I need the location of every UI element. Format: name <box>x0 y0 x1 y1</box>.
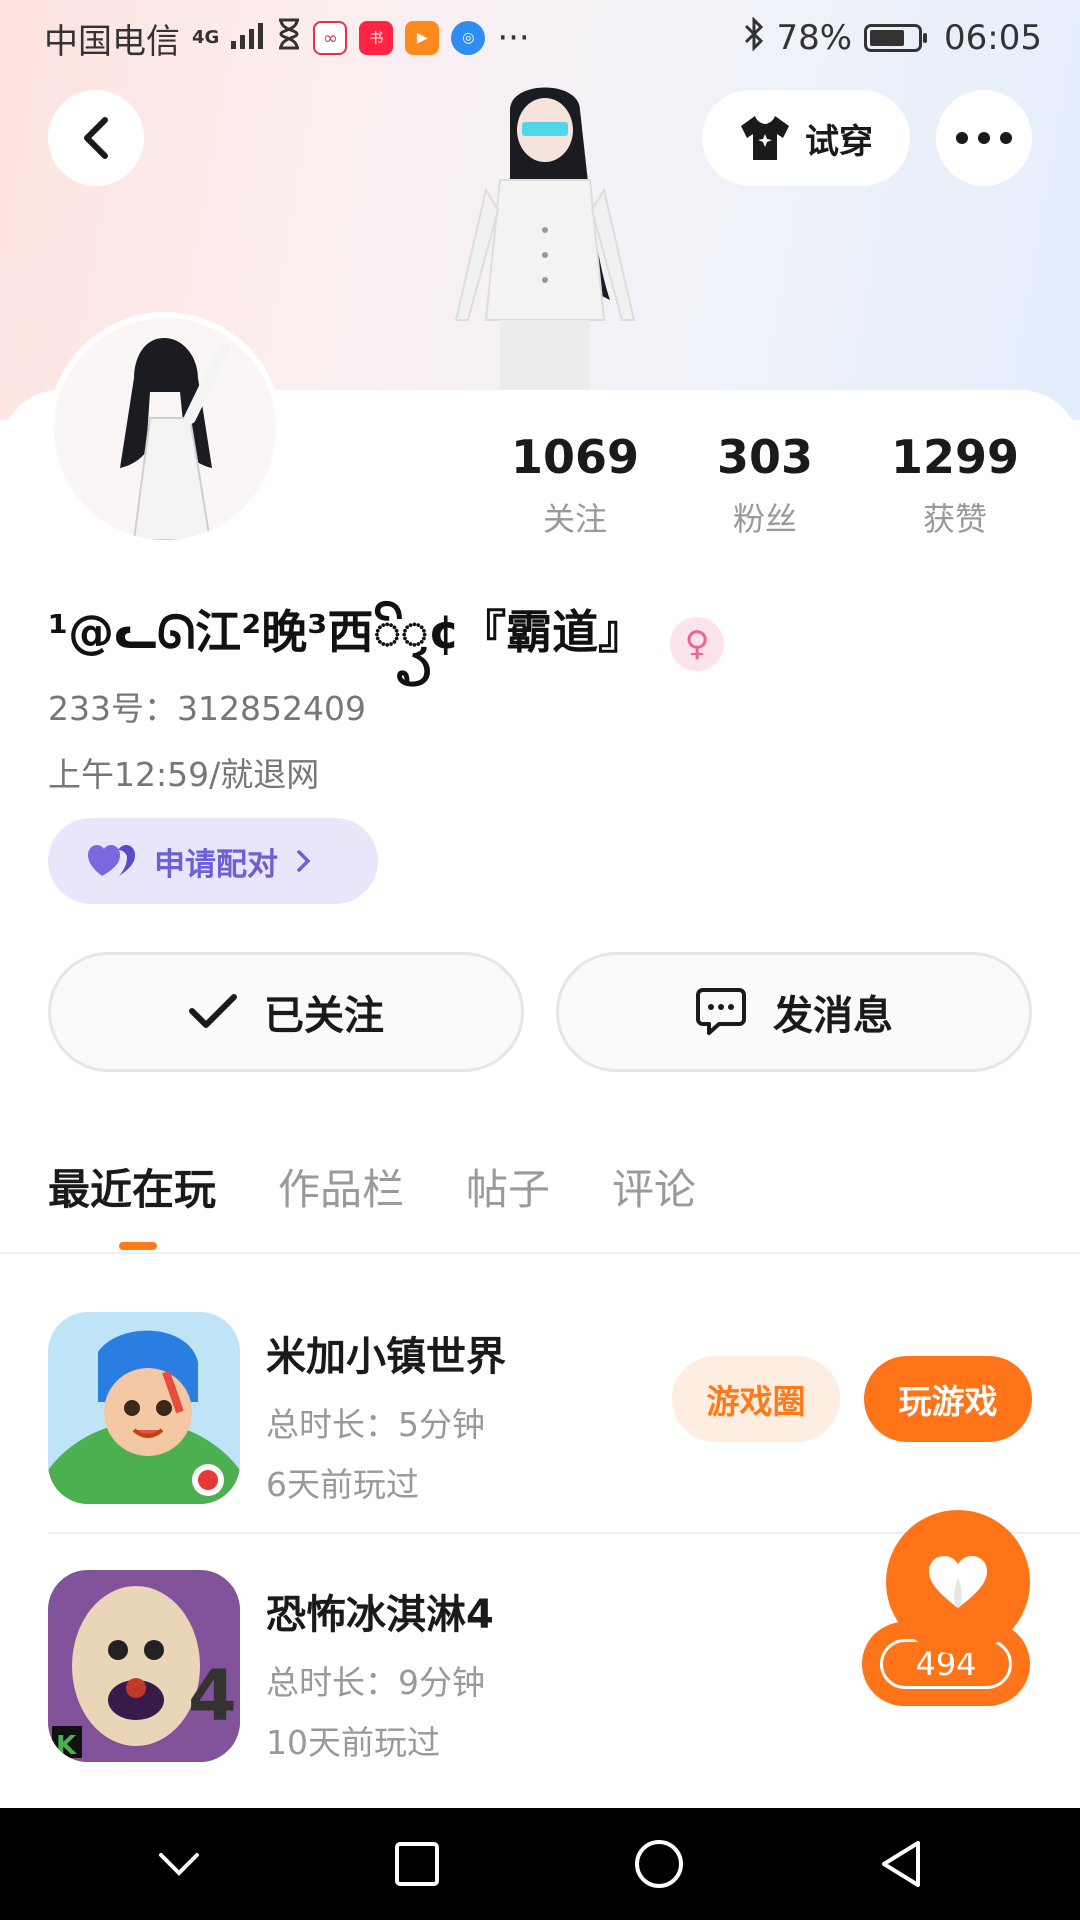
more-notifications-icon: ··· <box>497 18 530 58</box>
chat-bubble-icon <box>696 988 746 1035</box>
tab-posts[interactable]: 帖子 <box>466 1156 550 1217</box>
battery-icon <box>864 24 928 52</box>
game-info: 恐怖冰淇淋4 总时长：9分钟 10天前玩过 <box>266 1582 494 1764</box>
game-duration: 总时长：9分钟 <box>266 1663 485 1702</box>
stat-likes[interactable]: 1299 获赞 <box>860 430 1050 540</box>
stat-value: 303 <box>716 430 814 484</box>
stats-row: 1069 关注 303 粉丝 1299 获赞 <box>480 430 1050 540</box>
chevron-down-icon[interactable] <box>157 1850 201 1878</box>
send-message-label: 发消息 <box>773 993 893 1039</box>
game-last-played: 10天前玩过 <box>266 1723 440 1762</box>
chevron-right-icon <box>297 850 311 872</box>
back-button[interactable] <box>48 90 144 186</box>
stat-label: 获赞 <box>922 500 987 538</box>
back-triangle-icon[interactable] <box>878 1839 924 1889</box>
tab-comments[interactable]: 评论 <box>612 1156 696 1217</box>
more-dots-icon <box>956 132 1012 144</box>
network-type: 4G <box>192 27 220 48</box>
game-duration: 总时长：5分钟 <box>266 1405 485 1444</box>
svg-text:4: 4 <box>188 1655 237 1737</box>
tshirt-icon <box>741 116 789 160</box>
battery-percent: 78% <box>776 18 853 58</box>
video-app-icon: ▶ <box>405 21 440 55</box>
home-icon[interactable] <box>633 1838 685 1890</box>
send-message-button[interactable]: 发消息 <box>556 952 1032 1072</box>
try-on-label: 试穿 <box>805 121 873 162</box>
play-game-button[interactable]: 玩游戏 <box>864 1356 1032 1442</box>
followed-button[interactable]: 已关注 <box>48 952 524 1072</box>
profile-tabs: 最近在玩 作品栏 帖子 评论 <box>48 1156 696 1217</box>
stat-label: 粉丝 <box>732 500 797 538</box>
checkmark-icon <box>189 994 237 1028</box>
followed-label: 已关注 <box>264 993 384 1039</box>
avatar-figure <box>430 70 660 390</box>
user-bio: 上午12:59/就退网 <box>48 755 320 794</box>
xiaohongshu-icon: 书 <box>359 21 394 55</box>
tab-works[interactable]: 作品栏 <box>278 1156 404 1217</box>
female-gender-icon: ♀ <box>670 616 725 671</box>
heart-pair-icon <box>88 845 135 876</box>
chevron-left-icon <box>84 117 108 159</box>
pair-request-button[interactable]: 申请配对 <box>48 818 378 904</box>
stat-value: 1069 <box>510 430 640 484</box>
hourglass-icon <box>277 18 301 59</box>
svg-text:K: K <box>56 1731 77 1761</box>
game-title: 恐怖冰淇淋4 <box>266 1592 494 1638</box>
browser-icon: ◎ <box>451 21 486 55</box>
list-item[interactable]: 米加小镇世界 总时长：5分钟 6天前玩过 游戏圈 玩游戏 <box>48 1300 1080 1540</box>
game-info: 米加小镇世界 总时长：5分钟 6天前玩过 <box>266 1324 506 1506</box>
stat-value: 1299 <box>890 430 1020 484</box>
game-title: 米加小镇世界 <box>266 1334 506 1380</box>
game-last-played: 6天前玩过 <box>266 1465 419 1504</box>
game-icon[interactable]: 4 K <box>48 1570 240 1762</box>
carrier-label: 中国电信 <box>44 21 180 62</box>
profile-name-row: ¹@ᓚᘏ江²晚³西ꦼꦽ¢『霸道』 ♀ <box>48 596 725 691</box>
clock: 06:05 <box>944 18 1042 58</box>
game-icon[interactable] <box>48 1312 240 1504</box>
divider <box>0 1252 1080 1254</box>
stat-followers[interactable]: 303 粉丝 <box>670 430 860 540</box>
avatar[interactable] <box>48 312 282 546</box>
like-button[interactable] <box>886 1510 1030 1654</box>
tab-recent-played[interactable]: 最近在玩 <box>48 1156 216 1217</box>
stat-following[interactable]: 1069 关注 <box>480 430 670 540</box>
username: ¹@ᓚᘏ江²晚³西ꦼꦽ¢『霸道』 <box>48 605 645 659</box>
try-on-button[interactable]: 试穿 <box>702 90 910 186</box>
pair-request-label: 申请配对 <box>154 846 278 883</box>
heart-icon <box>929 1556 987 1608</box>
like-floating-button[interactable]: 494 <box>862 1510 1034 1706</box>
signal-icon <box>231 18 265 58</box>
user-id[interactable]: 233号：312852409 <box>48 682 366 730</box>
status-bar: 中国电信 4G ∞ 书 ▶ ◎ ··· 78% 06:05 <box>0 0 1080 76</box>
recent-apps-icon[interactable] <box>394 1841 440 1887</box>
active-tab-indicator <box>119 1242 157 1250</box>
bluetooth-icon <box>744 15 764 60</box>
system-nav-bar <box>0 1808 1080 1920</box>
game-circle-button[interactable]: 游戏圈 <box>672 1356 840 1442</box>
more-options-button[interactable] <box>936 90 1032 186</box>
app-notification-icon: ∞ <box>313 21 348 55</box>
stat-label: 关注 <box>542 500 607 538</box>
